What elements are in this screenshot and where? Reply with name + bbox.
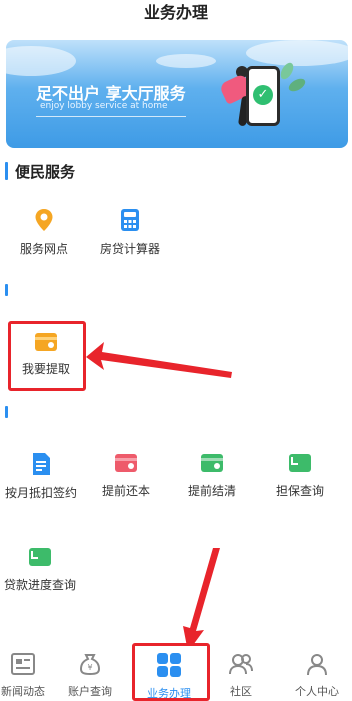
page-title: 业务办理 [143,3,208,22]
card-red-icon [115,454,137,472]
card-green-icon [29,548,51,566]
tab-account[interactable]: ¥ 账户查询 [55,644,125,699]
service-outlet-item[interactable]: 服务网点 [4,208,84,257]
location-pin-icon [35,209,53,231]
money-bag-icon: ¥ [79,654,101,676]
svg-text:¥: ¥ [87,663,92,672]
tab-community[interactable]: 社区 [206,644,276,699]
guarantee-query-item[interactable]: 担保查询 [260,452,340,499]
item-label: 按月抵扣签约 [4,486,77,500]
card-green-icon [201,454,223,472]
check-icon: ✓ [253,85,273,105]
calculator-icon [121,209,139,231]
early-settle-item[interactable]: 提前结清 [172,452,252,499]
news-icon [11,653,35,675]
item-label: 我要提取 [21,362,70,376]
tab-news[interactable]: 新闻动态 [0,644,58,699]
tab-label: 账户查询 [68,685,112,698]
card-green-icon [289,454,311,472]
tab-label: 新闻动态 [1,685,45,698]
loan-progress-item[interactable]: 贷款进度查询 [0,546,80,593]
section-marker [5,162,8,180]
phone-illustration: ✓ [246,66,280,126]
banner-divider [36,116,186,117]
tab-label: 社区 [230,685,252,698]
monthly-deduction-item[interactable]: 按月抵扣签约 [2,452,80,501]
item-label: 提前还本 [101,484,150,498]
tab-profile[interactable]: 个人中心 [282,644,352,699]
mortgage-calculator-item[interactable]: 房贷计算器 [90,208,170,257]
annotation-highlight-box [132,643,210,701]
document-icon [33,453,50,475]
wallet-icon [35,333,57,351]
item-label: 贷款进度查询 [3,578,76,592]
item-label: 担保查询 [275,484,324,498]
item-label: 提前结清 [187,484,236,498]
user-icon [307,654,327,676]
section-title: 便民服务 [15,163,76,181]
community-icon [229,654,253,675]
item-label: 房贷计算器 [99,242,160,256]
banner-slogan-en: enjoy lobby service at home [40,101,168,111]
section-marker [5,406,8,418]
tab-label: 个人中心 [295,685,339,698]
early-repay-principal-item[interactable]: 提前还本 [86,452,166,499]
item-label: 服务网点 [19,242,68,256]
withdraw-item[interactable]: 我要提取 [6,332,86,377]
section-marker [5,284,8,296]
